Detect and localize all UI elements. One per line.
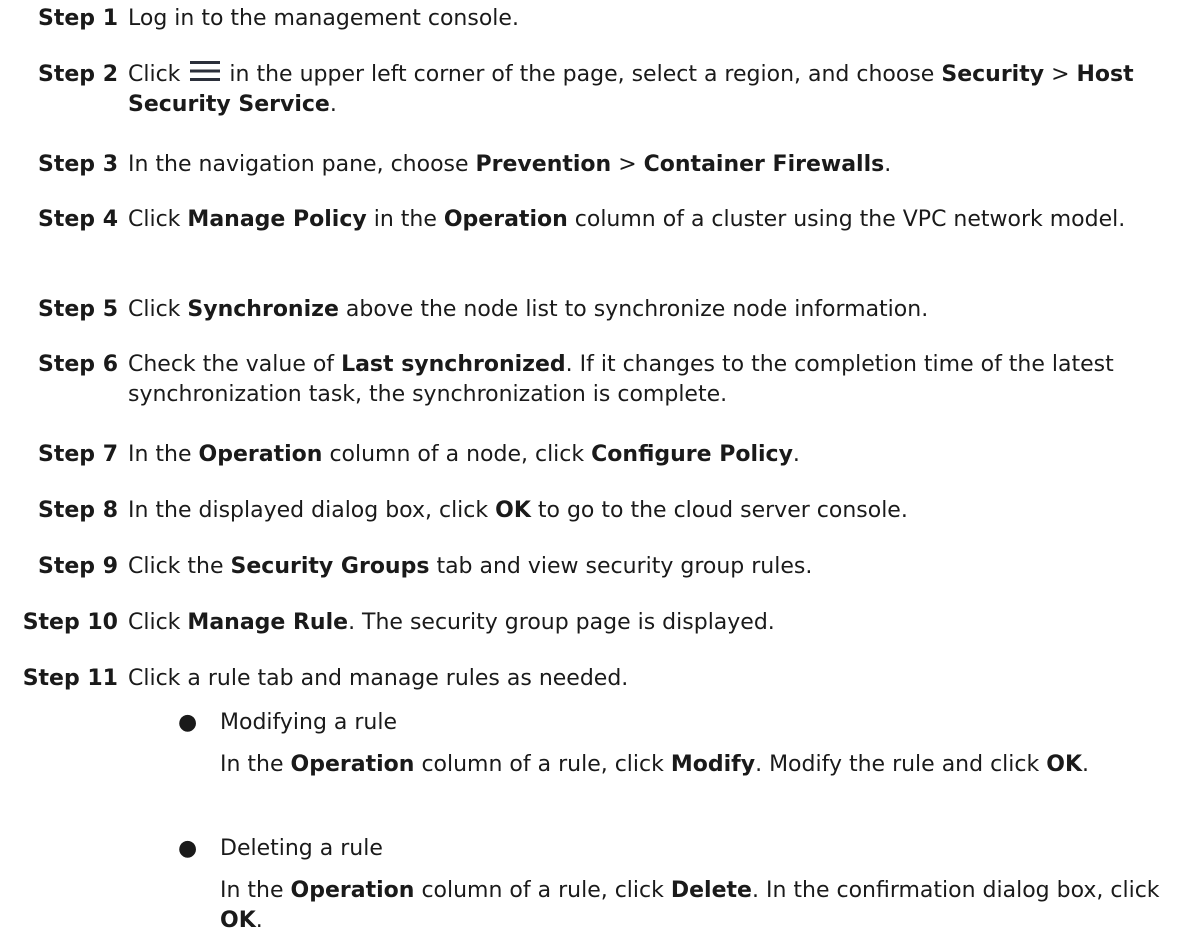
ui-term: OK bbox=[495, 498, 531, 523]
step-text: In the navigation pane, choose Preventio… bbox=[128, 152, 892, 177]
step-label: Step 11 bbox=[22, 666, 118, 691]
ui-term: Manage Rule bbox=[187, 610, 349, 635]
ui-term: Operation bbox=[290, 878, 415, 903]
step-label: Step 7 bbox=[38, 442, 118, 467]
ui-term: Security Groups bbox=[230, 554, 430, 579]
step-label: Step 6 bbox=[38, 352, 118, 377]
ui-term: Synchronize bbox=[187, 297, 339, 322]
ui-term: Container Firewalls bbox=[643, 152, 885, 177]
step-text: Click Manage Policy in the Operation col… bbox=[128, 207, 1126, 232]
step-label: Step 1 bbox=[38, 6, 118, 31]
bullet-dot: ● bbox=[178, 710, 198, 735]
step-label: Step 10 bbox=[22, 610, 118, 635]
step-label: Step 2 bbox=[38, 62, 118, 87]
bullet-description: In the Operation column of a rule, click… bbox=[220, 878, 1160, 933]
step-label: Step 8 bbox=[38, 498, 118, 523]
ui-term: Operation bbox=[198, 442, 323, 467]
ui-term: Last synchronized bbox=[341, 352, 566, 377]
ui-term: Operation bbox=[443, 207, 568, 232]
step-label: Step 5 bbox=[38, 297, 118, 322]
step-text: In the displayed dialog box, click OK to… bbox=[128, 498, 908, 523]
ui-term: Configure Policy bbox=[591, 442, 793, 467]
ui-term: Security bbox=[941, 62, 1045, 87]
bullet-title: Deleting a rule bbox=[220, 836, 383, 861]
ui-term: OK bbox=[1046, 752, 1082, 777]
bullet-description: In the Operation column of a rule, click… bbox=[220, 752, 1089, 777]
hamburger-menu-icon bbox=[190, 60, 221, 82]
step-text: Click the Security Groups tab and view s… bbox=[128, 554, 813, 579]
step-label: Step 9 bbox=[38, 554, 118, 579]
step-text: Click Manage Rule. The security group pa… bbox=[128, 610, 775, 635]
bullet-dot: ● bbox=[178, 836, 198, 861]
step-text: Click a rule tab and manage rules as nee… bbox=[128, 666, 629, 691]
step-text: Log in to the management console. bbox=[128, 6, 519, 31]
ui-term: Operation bbox=[290, 752, 415, 777]
ui-term: Prevention bbox=[475, 152, 612, 177]
ui-term: Delete bbox=[670, 878, 752, 903]
bullet-title: Modifying a rule bbox=[220, 710, 398, 735]
ui-term: Manage Policy bbox=[187, 207, 367, 232]
step-label: Step 4 bbox=[38, 207, 118, 232]
step-text: Check the value of Last synchronized. If… bbox=[128, 352, 1114, 407]
step-label: Step 3 bbox=[38, 152, 118, 177]
step-text: Click in the upper left corner of the pa… bbox=[128, 60, 1134, 117]
step-text: Click Synchronize above the node list to… bbox=[128, 297, 929, 322]
ui-term: Modify bbox=[670, 752, 756, 777]
step-text: In the Operation column of a node, click… bbox=[128, 442, 800, 467]
ui-term: OK bbox=[220, 908, 256, 933]
